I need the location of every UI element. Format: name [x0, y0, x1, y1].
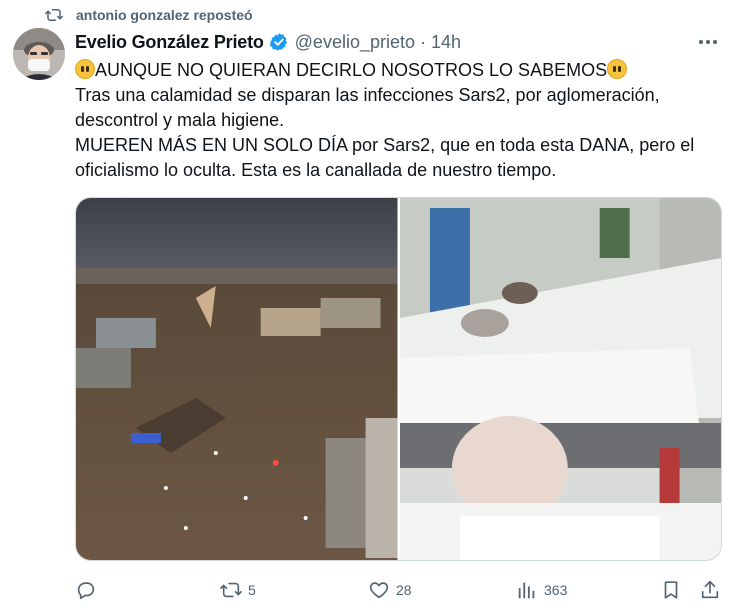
tweet-line-1: AUNQUE NO QUIERAN DECIRLO NOSOTROS LO SA… — [75, 58, 715, 83]
repost-icon — [220, 582, 242, 598]
share-button[interactable] — [699, 576, 721, 604]
hospital-ward-photo[interactable] — [399, 198, 721, 560]
views-button[interactable]: 363 — [516, 576, 567, 604]
views-chart-icon — [518, 582, 535, 599]
tweet-line-2: Tras una calamidad se disparan las infec… — [75, 85, 660, 130]
tweet-line-3: MUEREN MÁS EN UN SOLO DÍA por Sars2, que… — [75, 135, 695, 180]
flood-aerial-image — [76, 198, 398, 560]
silent-face-emoji-icon — [607, 59, 628, 79]
repost-text[interactable]: antonio gonzalez reposteó — [76, 7, 253, 23]
like-count: 28 — [396, 582, 412, 598]
flood-aerial-photo[interactable] — [76, 198, 398, 560]
share-icon — [701, 580, 719, 599]
repost-icon — [45, 9, 63, 21]
tweet-text: AUNQUE NO QUIERAN DECIRLO NOSOTROS LO SA… — [75, 58, 715, 183]
avatar-image — [13, 28, 65, 80]
repost-button[interactable]: 5 — [220, 576, 256, 604]
repost-count: 5 — [248, 582, 256, 598]
bookmark-button[interactable] — [660, 576, 682, 604]
hospital-ward-image — [399, 198, 721, 560]
bookmark-icon — [664, 581, 678, 599]
author-handle[interactable]: @evelio_prieto — [295, 32, 415, 53]
verified-badge-icon[interactable] — [269, 32, 289, 52]
tweet-actions: 5 28 363 — [75, 576, 720, 604]
tweet-media[interactable] — [75, 197, 722, 561]
repost-indicator[interactable]: antonio gonzalez reposteó — [44, 4, 253, 26]
reply-button[interactable] — [75, 576, 103, 604]
reply-icon — [77, 582, 95, 600]
avatar[interactable] — [13, 28, 65, 80]
tweet-time[interactable]: 14h — [431, 32, 461, 53]
tweet-header: Evelio González Prieto @evelio_prieto · … — [75, 30, 724, 54]
separator-dot: · — [420, 31, 426, 52]
views-count: 363 — [544, 582, 568, 598]
heart-icon — [369, 582, 389, 599]
like-button[interactable]: 28 — [368, 576, 412, 604]
author-name[interactable]: Evelio González Prieto — [75, 32, 264, 53]
silent-face-emoji-icon — [75, 59, 95, 79]
tweet-line-1-text: AUNQUE NO QUIERAN DECIRLO NOSOTROS LO SA… — [95, 60, 608, 80]
more-options-icon[interactable] — [696, 30, 720, 54]
